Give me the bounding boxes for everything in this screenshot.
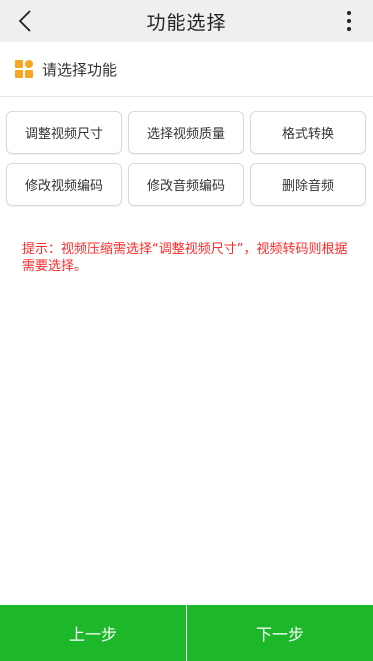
section-title: 请选择功能 — [42, 60, 118, 79]
apps-grid-icon — [15, 60, 33, 78]
video-quality-button[interactable]: 选择视频质量 — [128, 111, 244, 154]
more-options-button[interactable] — [343, 8, 355, 34]
next-step-button[interactable]: 下一步 — [187, 605, 373, 661]
format-convert-button[interactable]: 格式转换 — [250, 111, 366, 154]
previous-step-button[interactable]: 上一步 — [0, 605, 186, 661]
remove-audio-button[interactable]: 删除音频 — [250, 163, 366, 206]
chevron-left-icon — [18, 10, 31, 32]
video-codec-button[interactable]: 修改视频编码 — [6, 163, 122, 206]
more-vertical-icon — [347, 11, 351, 15]
function-button-grid: 调整视频尺寸 选择视频质量 格式转换 修改视频编码 修改音频编码 删除音频 — [6, 111, 366, 206]
app-root: 功能选择 请选择功能 调整视频尺寸 选择视频质量 格式转换 修改视频编码 修改音… — [0, 0, 373, 661]
audio-codec-button[interactable]: 修改音频编码 — [128, 163, 244, 206]
footer-divider — [186, 605, 187, 661]
top-nav-bar: 功能选择 — [0, 0, 373, 42]
back-button[interactable] — [10, 6, 40, 36]
section-header: 请选择功能 — [0, 42, 373, 97]
page-title: 功能选择 — [146, 11, 227, 34]
bottom-action-bar: 上一步 下一步 — [0, 605, 373, 661]
resize-video-button[interactable]: 调整视频尺寸 — [6, 111, 122, 154]
hint-text: 提示：视频压缩需选择“调整视频尺寸”，视频转码则根据需要选择。 — [22, 242, 348, 274]
